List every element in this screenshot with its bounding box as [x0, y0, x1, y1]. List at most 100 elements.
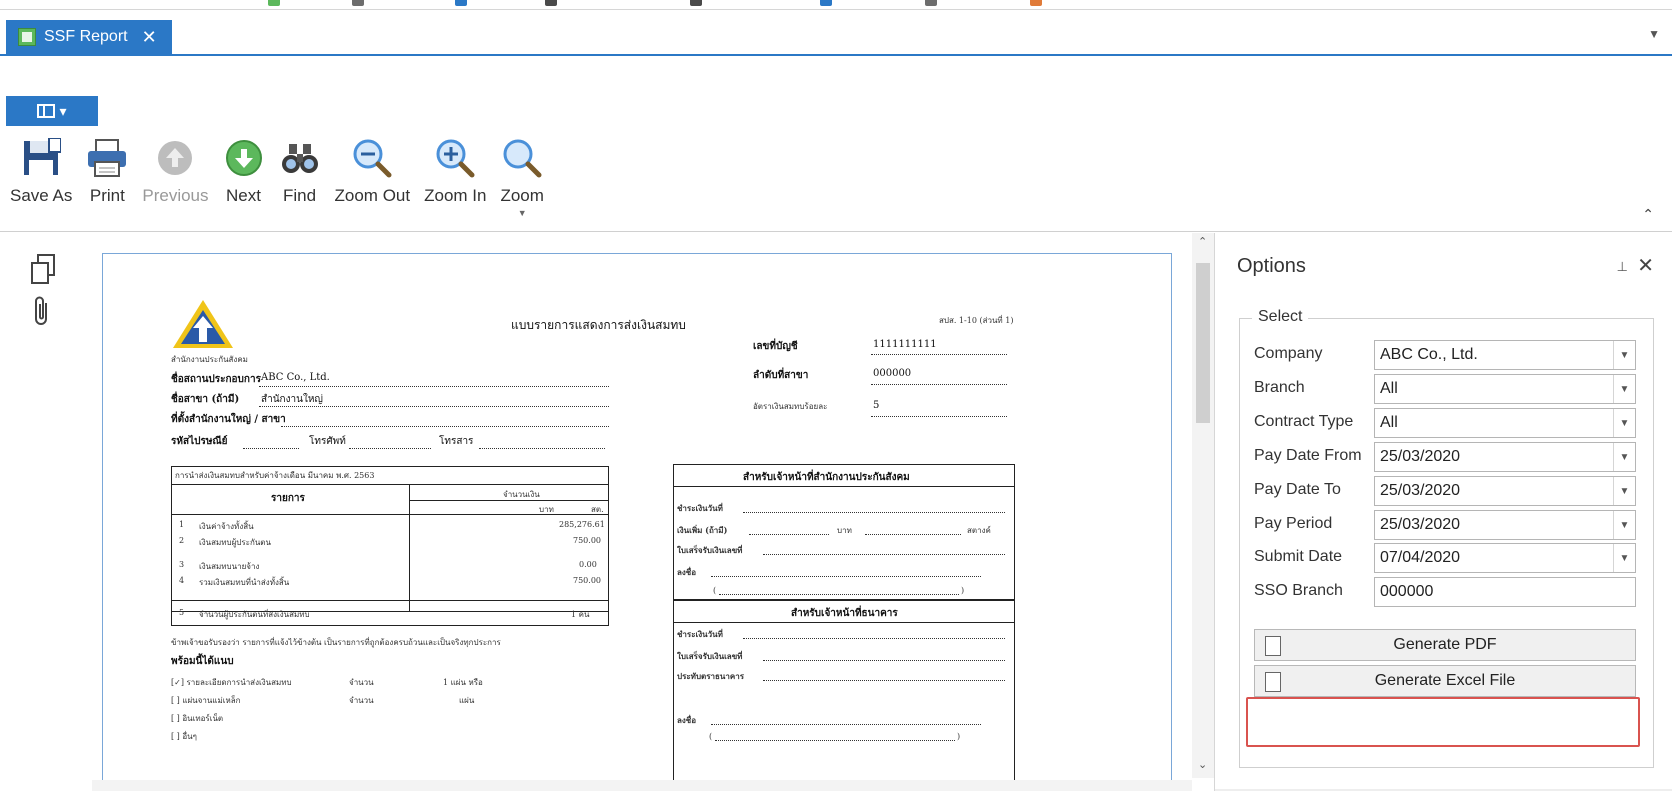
- zoom-icon: [501, 134, 543, 182]
- tab-close-icon[interactable]: ✕: [142, 27, 157, 48]
- attach-item-1-unit: 1 แผ่น หรือ: [443, 678, 483, 687]
- chevron-down-icon[interactable]: ▼: [1613, 544, 1635, 572]
- zoom-in-button[interactable]: Zoom In: [424, 134, 486, 224]
- attach-item-2-qty: จำนวน: [349, 696, 374, 705]
- zoom-label: Zoom: [500, 186, 544, 205]
- attach-item-1-qty: จำนวน: [349, 678, 374, 687]
- generate-excel-button[interactable]: Generate Excel File: [1254, 665, 1636, 697]
- office-header: สำหรับเจ้าหน้าที่สำนักงานประกันสังคม: [743, 472, 910, 483]
- zoom-dropdown-icon[interactable]: ▼: [518, 208, 527, 218]
- save-as-button[interactable]: Save As: [10, 134, 72, 224]
- pay-date-from-value: 25/03/2020: [1380, 448, 1461, 465]
- address-label: ที่ตั้งสำนักงานใหญ่ / สาขา: [171, 414, 286, 425]
- viewer-horizontal-scrollbar[interactable]: [92, 780, 1192, 791]
- sso-branch-label: SSO Branch: [1254, 582, 1343, 599]
- chevron-down-icon[interactable]: ▼: [1613, 477, 1635, 505]
- previous-button[interactable]: Previous: [142, 134, 209, 224]
- account-no-value: 1111111111: [873, 339, 937, 350]
- attach-item-2-unit: แผ่น: [459, 696, 475, 705]
- office-signature: ลงชื่อ: [677, 567, 697, 577]
- generate-excel-label: Generate Excel File: [1374, 672, 1516, 689]
- tab-ssf-report[interactable]: SSF Report ✕: [6, 20, 172, 54]
- company-combo[interactable]: ABC Co., Ltd. ▼: [1374, 340, 1636, 370]
- save-icon: [20, 134, 62, 182]
- next-button[interactable]: Next: [223, 134, 265, 224]
- arrow-up-icon: [154, 134, 196, 182]
- zoom-in-icon: [434, 134, 476, 182]
- pay-date-to-combo[interactable]: 25/03/2020 ▼: [1374, 476, 1636, 506]
- pin-icon[interactable]: ⊥: [1617, 259, 1628, 275]
- ribbon-menu-button[interactable]: ▾: [6, 96, 98, 126]
- print-button[interactable]: Print: [86, 134, 128, 224]
- pay-period-row: Pay Period 25/03/2020 ▼: [1254, 510, 1644, 540]
- bank-box: [673, 600, 1015, 791]
- pay-date-to-label: Pay Date To: [1254, 481, 1341, 498]
- attachment-icon[interactable]: [30, 295, 60, 329]
- chevron-down-icon[interactable]: ▼: [1613, 511, 1635, 539]
- branch-label: ชื่อสาขา (ถ้ามี): [171, 394, 240, 405]
- generate-pdf-button[interactable]: Generate PDF: [1254, 629, 1636, 661]
- attach-item-4: [ ] อื่นๆ: [171, 732, 197, 741]
- contract-type-label: Contract Type: [1254, 413, 1354, 430]
- top-icon-strip: [0, 0, 1672, 10]
- branch-value: All: [1380, 380, 1398, 397]
- pay-period-combo[interactable]: 25/03/2020 ▼: [1374, 510, 1636, 540]
- zoom-out-button[interactable]: Zoom Out: [335, 134, 410, 224]
- scroll-thumb[interactable]: [1196, 263, 1210, 423]
- pay-period-label: Pay Period: [1254, 515, 1333, 532]
- ribbon-tools: Save As Print Previous Next Find Zoom Ou…: [0, 134, 548, 224]
- branch-value: สำนักงานใหญ่: [261, 394, 323, 405]
- report-viewer[interactable]: สำนักงานประกันสังคม แบบรายการแสดงการส่งเ…: [92, 233, 1192, 791]
- sso-branch-input[interactable]: 000000: [1374, 577, 1636, 607]
- contract-type-value: All: [1380, 414, 1398, 431]
- branch-label: Branch: [1254, 379, 1305, 396]
- submit-date-combo[interactable]: 07/04/2020 ▼: [1374, 543, 1636, 573]
- pay-date-from-combo[interactable]: 25/03/2020 ▼: [1374, 442, 1636, 472]
- pay-date-from-row: Pay Date From 25/03/2020 ▼: [1254, 442, 1644, 472]
- contract-type-row: Contract Type All ▼: [1254, 408, 1644, 438]
- print-label: Print: [89, 186, 125, 205]
- ribbon-collapse-icon[interactable]: ⌃: [1642, 206, 1654, 223]
- branch-no-value: 000000: [873, 368, 912, 379]
- company-row: Company ABC Co., Ltd. ▼: [1254, 340, 1644, 370]
- find-button[interactable]: Find: [279, 134, 321, 224]
- scroll-down-icon[interactable]: ⌄: [1198, 758, 1207, 771]
- period-line: การนำส่งเงินสมทบสำหรับค่าจ้างเดือน มีนาค…: [175, 471, 375, 480]
- submit-date-label: Submit Date: [1254, 548, 1343, 565]
- branch-no-label: ลำดับที่สาขา: [753, 370, 809, 381]
- printer-icon: [86, 134, 128, 182]
- scroll-up-icon[interactable]: ⌃: [1198, 235, 1207, 248]
- attach-item-3: [ ] อินเทอร์เน็ต: [171, 714, 224, 723]
- copy-pages-icon[interactable]: [30, 253, 60, 287]
- employer-name-value: ABC Co., Ltd.: [261, 372, 330, 383]
- report-page: สำนักงานประกันสังคม แบบรายการแสดงการส่งเ…: [102, 253, 1172, 791]
- zoom-out-icon: [351, 134, 393, 182]
- options-title: Options: [1237, 255, 1306, 277]
- tab-list-dropdown-icon[interactable]: ▼: [1648, 27, 1660, 41]
- employer-name-label: ชื่อสถานประกอบการ: [171, 374, 261, 385]
- pay-date-to-row: Pay Date To 25/03/2020 ▼: [1254, 476, 1644, 506]
- select-group-label: Select: [1252, 308, 1309, 326]
- office-receipt-no: ใบเสร็จรับเงินเลขที่: [677, 545, 743, 555]
- chevron-down-icon[interactable]: ▼: [1613, 341, 1635, 369]
- viewer-vertical-scrollbar[interactable]: ⌃ ⌄: [1192, 233, 1214, 778]
- chevron-down-icon[interactable]: ▼: [1613, 409, 1635, 437]
- account-no-label: เลขที่บัญชี: [753, 341, 798, 352]
- company-value: ABC Co., Ltd.: [1380, 346, 1478, 363]
- pdf-file-icon: [1265, 636, 1281, 656]
- excel-file-icon: [1265, 672, 1281, 692]
- chevron-down-icon[interactable]: ▼: [1613, 443, 1635, 471]
- branch-combo[interactable]: All ▼: [1374, 374, 1636, 404]
- options-panel: Options ⊥ ✕ Select Company ABC Co., Ltd.…: [1214, 233, 1672, 791]
- pay-period-value: 25/03/2020: [1380, 516, 1461, 533]
- fax-label: โทรสาร: [439, 436, 474, 447]
- rate-label: อัตราเงินสมทบร้อยละ: [753, 402, 828, 411]
- bank-pay-date: ชำระเงินวันที่: [677, 629, 723, 639]
- contract-type-combo[interactable]: All ▼: [1374, 408, 1636, 438]
- bank-stamp: ประทับตราธนาคาร: [677, 671, 744, 681]
- zoom-button[interactable]: Zoom ▼: [500, 134, 544, 224]
- arrow-down-icon: [223, 134, 265, 182]
- branch-row: Branch All ▼: [1254, 374, 1644, 404]
- chevron-down-icon[interactable]: ▼: [1613, 375, 1635, 403]
- options-close-icon[interactable]: ✕: [1637, 253, 1654, 278]
